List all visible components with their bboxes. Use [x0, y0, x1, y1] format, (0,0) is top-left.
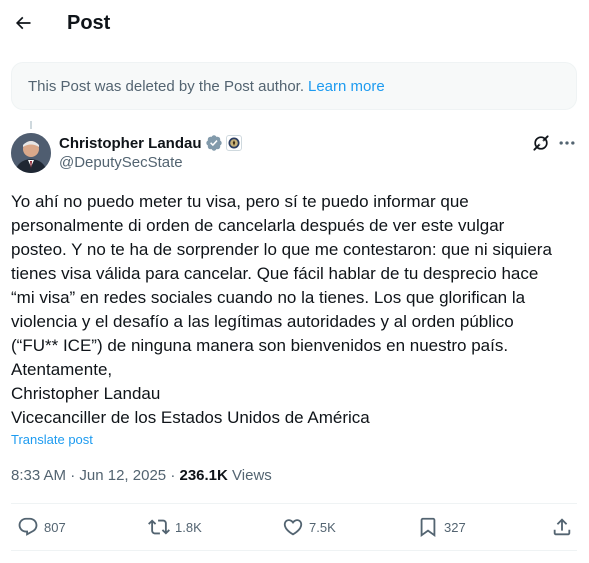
post-text-line: Atentamente, — [11, 360, 113, 379]
grok-icon — [533, 135, 549, 151]
learn-more-link[interactable]: Learn more — [308, 78, 385, 95]
notice-text: This Post was deleted by the Post author… — [28, 77, 304, 95]
bookmark-icon — [420, 517, 436, 538]
reply-button[interactable]: 807 — [17, 516, 66, 538]
author-name[interactable]: Christopher Landau — [59, 135, 202, 152]
author-handle[interactable]: @DeputySecState — [59, 154, 183, 171]
page-title: Post — [67, 12, 111, 34]
repost-count: 1.8K — [175, 519, 202, 535]
avatar-image — [11, 133, 51, 173]
views-label: Views — [232, 467, 272, 484]
like-button[interactable]: 7.5K — [282, 516, 336, 538]
header: Post — [0, 0, 589, 48]
bookmark-count: 327 — [444, 519, 466, 535]
post-text-line: violencia y el desafío a las legítimas a… — [11, 312, 514, 331]
repost-button[interactable]: 1.8K — [148, 516, 202, 538]
translate-post-link[interactable]: Translate post — [11, 432, 93, 447]
post-text-line: “mi visa” en redes sociales cuando no la… — [11, 288, 526, 307]
government-seal-icon — [225, 135, 242, 151]
deleted-post-notice: This Post was deleted by the Post author… — [11, 62, 577, 110]
more-options-button[interactable] — [557, 133, 577, 153]
more-dots-icon — [559, 141, 575, 145]
post-text: Yo ahí no puedo meter tu visa, pero sí t… — [11, 190, 577, 430]
post-text-line: tienes visa válida para cancelar. Que fá… — [11, 264, 539, 283]
post-text-line: Yo ahí no puedo meter tu visa, pero sí t… — [11, 192, 469, 211]
post-text-line: personalmente di orden de cancelarla des… — [11, 216, 505, 235]
verified-badge-icon — [205, 134, 223, 152]
grok-button[interactable] — [531, 133, 551, 153]
post-time[interactable]: 8:33 AM — [11, 467, 66, 484]
action-bar: 807 1.8K 7.5K 327 — [11, 504, 577, 550]
reply-count: 807 — [44, 519, 66, 535]
heart-icon — [283, 519, 303, 536]
post-text-line: (“FU** ICE”) de ninguna manera son bienv… — [11, 336, 509, 355]
author-name-row: Christopher Landau — [59, 134, 242, 152]
repost-icon — [148, 519, 170, 535]
post-date[interactable]: Jun 12, 2025 — [79, 467, 166, 484]
reply-icon — [18, 517, 38, 536]
views-count: 236.1K — [179, 467, 228, 484]
post-text-line: Vicecanciller de los Estados Unidos de A… — [11, 408, 370, 427]
back-arrow-icon — [15, 16, 31, 30]
share-icon — [553, 518, 571, 536]
post-text-line: posteo. Y no te ha de sorprender lo que … — [11, 240, 552, 259]
divider — [11, 550, 577, 551]
post-text-line: Christopher Landau — [11, 384, 161, 403]
post-meta: 8:33 AM · Jun 12, 2025 · 236.1K Views — [11, 467, 272, 484]
like-count: 7.5K — [309, 519, 336, 535]
avatar[interactable] — [11, 133, 51, 173]
bookmark-button[interactable]: 327 — [417, 516, 466, 538]
back-button[interactable] — [8, 8, 38, 38]
share-button[interactable] — [551, 516, 578, 538]
thread-line — [30, 121, 32, 129]
